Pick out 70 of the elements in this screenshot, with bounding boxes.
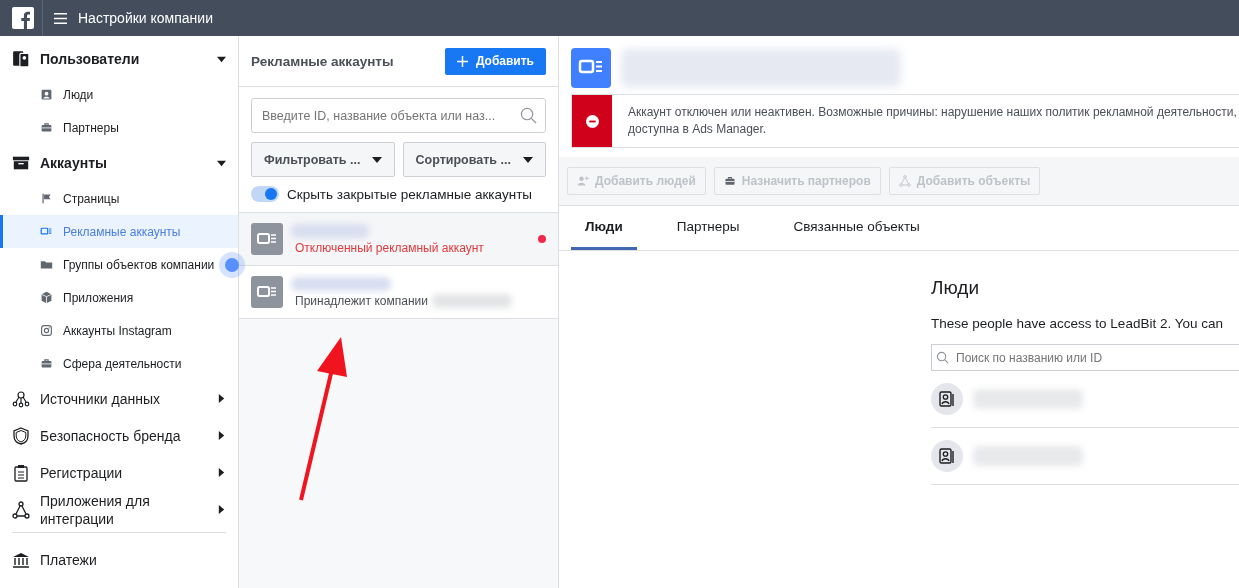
users-icon bbox=[12, 50, 30, 68]
tab[interactable]: Люди bbox=[571, 206, 637, 250]
briefcase-icon bbox=[723, 175, 736, 187]
folder-icon bbox=[40, 258, 53, 271]
ad-account-icon bbox=[571, 48, 611, 88]
tab[interactable]: Связанные объекты bbox=[779, 206, 934, 250]
toggle-switch[interactable] bbox=[251, 186, 279, 202]
account-status: Отключенный рекламный аккаунт bbox=[295, 240, 484, 255]
page-title: Настройки компании bbox=[78, 10, 213, 26]
caret-right-icon[interactable] bbox=[217, 505, 226, 514]
ad-account-icon bbox=[251, 223, 283, 255]
no-entry-icon bbox=[585, 114, 599, 128]
sidebar-section[interactable]: Платежи bbox=[40, 550, 226, 569]
alert-text: Аккаунт отключен или неактивен. Возможные причины: нарушение наших политик рекламной деятельности, доступна в Ads Manager. bbox=[627, 104, 1237, 138]
menu-icon[interactable] bbox=[53, 11, 68, 25]
search-field[interactable]: Введите ID, название объекта или наз... bbox=[251, 98, 546, 133]
archive-box-icon bbox=[12, 154, 30, 172]
sidebar-section[interactable]: Источники данных bbox=[40, 389, 207, 408]
person-avatar-icon bbox=[931, 440, 963, 472]
sort-dropdown[interactable]: Сортировать ... bbox=[402, 142, 546, 177]
nodes-icon bbox=[12, 389, 30, 408]
cube-icon bbox=[40, 291, 53, 304]
sidebar-item[interactable]: Страницы bbox=[0, 182, 238, 215]
connected-nodes-icon bbox=[12, 500, 30, 519]
flag-icon bbox=[40, 192, 53, 205]
sidebar-section[interactable]: Приложения для интеграции bbox=[40, 491, 207, 528]
ad-account-icon bbox=[251, 276, 283, 308]
person-avatar-icon bbox=[931, 383, 963, 415]
plus-icon bbox=[456, 55, 468, 67]
person-icon bbox=[40, 88, 53, 101]
add-person-icon bbox=[577, 175, 589, 187]
add-button[interactable]: Добавить bbox=[444, 47, 546, 75]
account-status: Принадлежит компании bbox=[295, 293, 428, 308]
toggle-label: Скрыть закрытые рекламные аккаунты bbox=[287, 186, 533, 202]
tab[interactable]: Партнеры bbox=[662, 206, 754, 250]
caret-down-icon[interactable] bbox=[217, 54, 226, 64]
facebook-logo-icon bbox=[12, 7, 34, 29]
camera-icon bbox=[40, 324, 53, 337]
caret-right-icon[interactable] bbox=[217, 431, 226, 440]
filter-dropdown[interactable]: Фильтровать ... bbox=[251, 142, 395, 177]
section-description: These people have access to LeadBit 2. You can bbox=[931, 316, 1224, 331]
section-heading: Люди bbox=[931, 277, 980, 299]
sidebar-section[interactable]: Безопасность бренда bbox=[40, 426, 207, 445]
bank-icon bbox=[12, 550, 30, 569]
sidebar-item[interactable]: Аккаунты Instagram bbox=[0, 314, 238, 347]
account-row[interactable]: Принадлежит компании bbox=[239, 266, 558, 319]
caret-down-icon[interactable] bbox=[217, 158, 226, 168]
panel-title: Рекламные аккаунты bbox=[251, 53, 394, 69]
hint-dot-icon[interactable] bbox=[225, 258, 239, 272]
sidebar-item[interactable]: Приложения bbox=[0, 281, 238, 314]
connected-nodes-icon bbox=[898, 175, 911, 187]
sidebar-item[interactable]: Партнеры bbox=[0, 111, 238, 144]
briefcase-icon bbox=[40, 121, 53, 134]
search-field[interactable]: Поиск по названию или ID bbox=[931, 344, 1239, 371]
caret-down-icon bbox=[371, 156, 382, 163]
caret-right-icon[interactable] bbox=[217, 394, 226, 403]
caret-right-icon[interactable] bbox=[217, 468, 226, 477]
sidebar-section[interactable]: Регистрации bbox=[40, 463, 207, 482]
ad-account-icon bbox=[40, 225, 53, 238]
caret-down-icon bbox=[523, 156, 533, 163]
sidebar-item[interactable]: Группы объектов компании bbox=[0, 248, 238, 281]
sidebar-item[interactable]: Сфера деятельности bbox=[0, 347, 238, 380]
search-icon bbox=[520, 107, 537, 124]
sidebar-section[interactable]: Аккаунты bbox=[40, 154, 207, 172]
sidebar-item[interactable]: Люди bbox=[0, 78, 238, 111]
briefcase-icon bbox=[40, 357, 53, 370]
sidebar-section[interactable]: Пользователи bbox=[40, 50, 207, 68]
clipboard-icon bbox=[12, 463, 30, 482]
sidebar-item[interactable]: Рекламные аккаунты bbox=[0, 215, 238, 248]
shield-icon bbox=[12, 426, 30, 445]
